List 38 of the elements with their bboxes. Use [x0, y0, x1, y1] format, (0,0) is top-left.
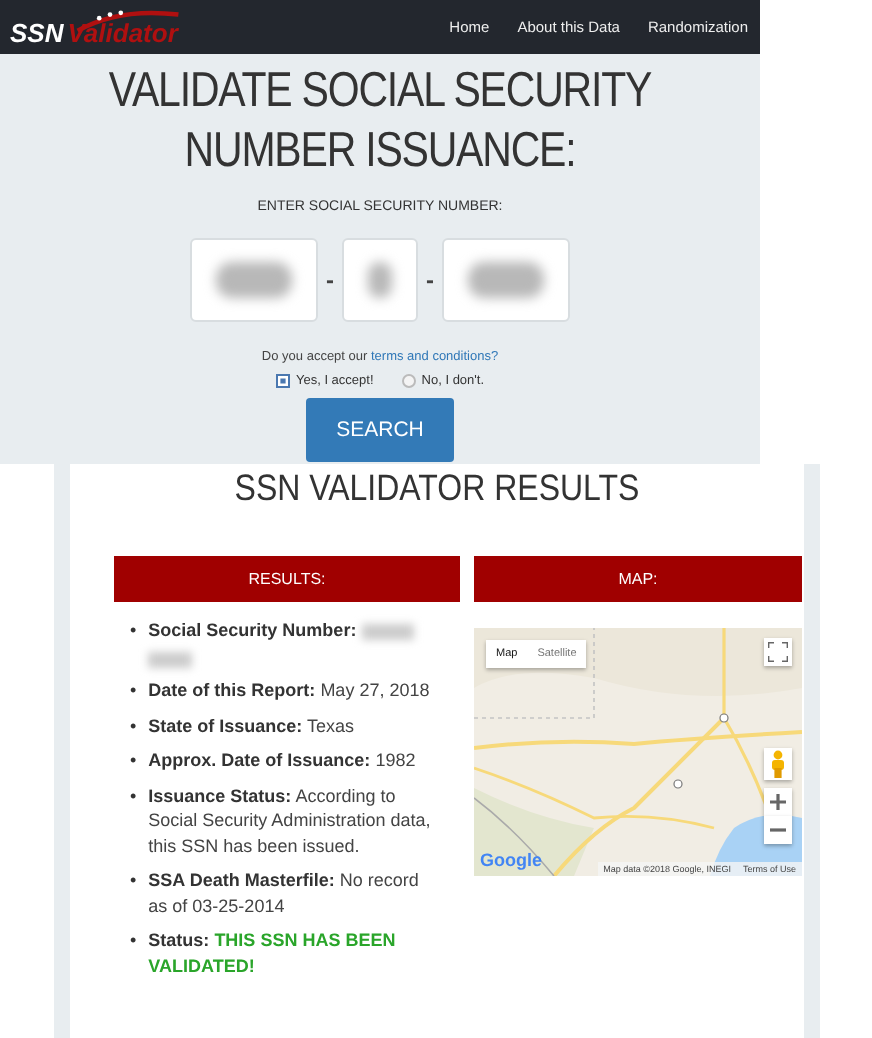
fullscreen-icon [768, 642, 788, 662]
fullscreen-button[interactable] [764, 638, 792, 666]
search-button[interactable]: SEARCH [306, 398, 454, 462]
result-item: Social Security Number: [148, 618, 433, 669]
map-logo: Google [480, 850, 542, 870]
dash-separator: - [426, 266, 434, 294]
blurred-digits-icon [216, 262, 292, 298]
results-heading: SSN VALIDATOR RESULTS [232, 467, 642, 512]
list-bullet: • [130, 713, 137, 739]
result-item: Issuance Status: According to Social Security Administration data, this SSN has been issued. [148, 783, 433, 859]
panel-header: RESULTS: [114, 556, 460, 602]
list-bullet: • [130, 928, 137, 955]
person-icon [770, 750, 786, 778]
street-view-button[interactable] [764, 748, 792, 780]
ssn-input-field[interactable] [190, 238, 318, 322]
zoom-in-button[interactable] [764, 788, 792, 816]
ssn-input-field[interactable] [442, 238, 570, 322]
result-item: Approx. Date of Issuance: 1982 [148, 748, 418, 774]
dash-separator: - [326, 266, 334, 294]
list-bullet: • [130, 748, 137, 774]
result-item: State of Issuance: Texas [148, 713, 357, 739]
panel-header: MAP: [474, 556, 802, 602]
list-bullet: • [130, 618, 137, 644]
zoom-out-button[interactable] [764, 816, 792, 844]
result-item: Date of this Report: May 27, 2018 [148, 678, 432, 704]
blurred-digits-icon [468, 262, 544, 298]
page-heading: VALIDATE SOCIAL SECURITY [108, 61, 652, 123]
list-bullet: • [130, 868, 137, 895]
list-bullet: • [130, 783, 137, 810]
list-bullet: • [130, 678, 137, 704]
ssn-input-field[interactable] [342, 238, 418, 322]
blurred-digits-icon [368, 262, 392, 298]
plus-icon [770, 794, 786, 810]
result-item: SSA Death Masterfile: No record as of 03-25-2014 [148, 868, 421, 919]
logo[interactable]: SSNValidator [10, 5, 186, 49]
minus-icon [770, 822, 786, 838]
result-item: Status: THIS SSN HAS BEEN VALIDATED! [148, 928, 398, 979]
page-heading: NUMBER ISSUANCE: [184, 121, 576, 183]
